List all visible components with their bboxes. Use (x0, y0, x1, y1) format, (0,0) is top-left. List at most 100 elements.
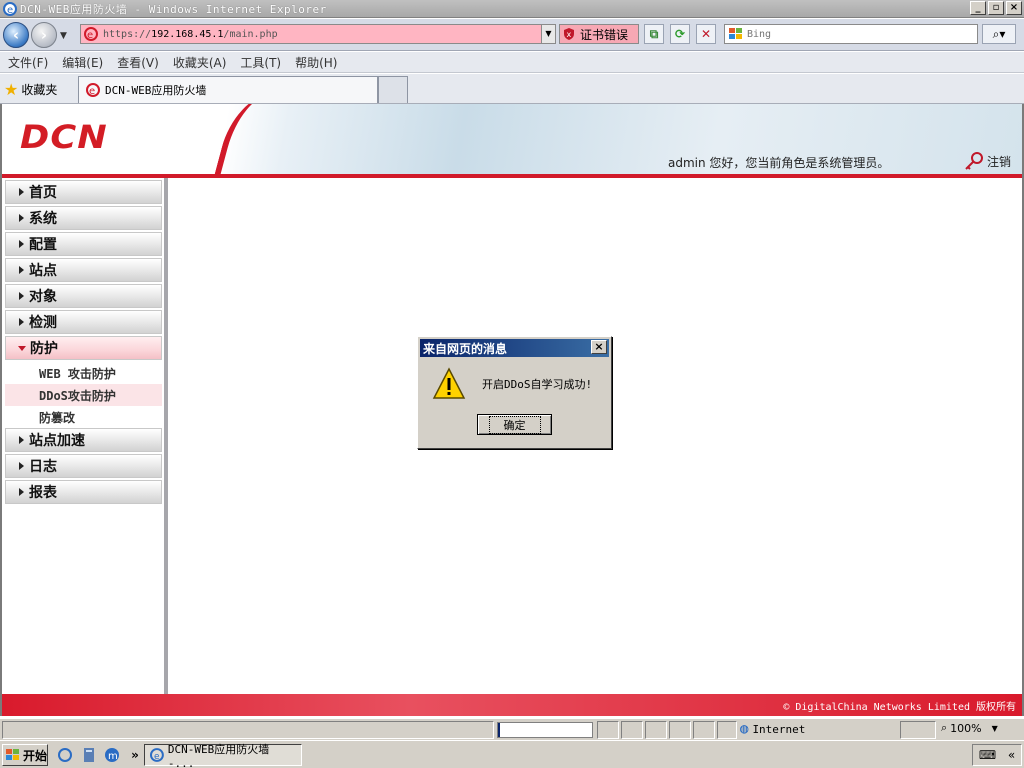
nav-label: 防护 (30, 341, 58, 357)
footer-bar: © DigitalChina Networks Limited 版权所有 (2, 694, 1022, 716)
nav-home[interactable]: 首页 (5, 180, 162, 204)
nav-site-acceleration[interactable]: 站点加速 (5, 428, 162, 452)
address-dropdown-icon[interactable]: ▼ (541, 25, 555, 43)
start-button[interactable]: 开始 (2, 744, 48, 766)
nav-config[interactable]: 配置 (5, 232, 162, 256)
ie-icon: e (149, 748, 164, 762)
search-button[interactable]: ⌕ ▾ (982, 24, 1016, 44)
nav-label: 首页 (29, 185, 57, 201)
system-tray: ⌨ « (972, 744, 1022, 766)
refresh-icon[interactable]: ⟳ (670, 24, 690, 44)
server-manager-icon[interactable] (80, 746, 98, 764)
svg-text:e: e (89, 86, 95, 97)
banner-decoration (211, 104, 297, 174)
alert-dialog: 来自网页的消息 × 开启DDoS自学习成功! 确定 (417, 336, 612, 449)
svg-text:m: m (108, 751, 118, 762)
nav-site[interactable]: 站点 (5, 258, 162, 282)
username: admin (668, 156, 706, 170)
progress-bar (497, 722, 593, 738)
certificate-error-button[interactable]: x 证书错误 (559, 24, 639, 44)
tab-label: DCN-WEB应用防火墙 (105, 84, 207, 97)
url-host: 192.168.45.1 (151, 28, 224, 40)
search-box[interactable] (724, 24, 978, 44)
nav-label: 报表 (29, 485, 57, 501)
nav-object[interactable]: 对象 (5, 284, 162, 308)
progress-fill (498, 723, 500, 737)
powershell-icon[interactable]: m (103, 746, 121, 764)
nav-protection[interactable]: 防护 (5, 336, 162, 360)
warning-icon (432, 367, 466, 399)
show-desktop-icon[interactable]: « (1008, 748, 1015, 762)
history-dropdown-icon[interactable]: ▼ (60, 31, 67, 41)
taskbar: 开始 m » e DCN-WEB应用防火墙 -... ⌨ « (0, 740, 1024, 768)
new-tab-button[interactable] (378, 76, 408, 103)
menu-tools[interactable]: 工具(T) (240, 54, 281, 71)
window-titlebar: e DCN-WEB应用防火墙 - Windows Internet Explor… (0, 0, 1024, 18)
favorites-bar: ★ 收藏夹 e DCN-WEB应用防火墙 (0, 74, 1024, 104)
star-icon: ★ (4, 80, 19, 99)
collapsed-arrow-icon (19, 462, 24, 470)
start-label: 开始 (23, 748, 48, 763)
search-icon: ⌕ (992, 26, 1000, 41)
back-button[interactable]: ‹ (3, 22, 29, 48)
browser-tab[interactable]: e DCN-WEB应用防火墙 (78, 76, 378, 103)
svg-text:e: e (154, 752, 159, 762)
status-cell (621, 721, 643, 739)
nav-detection[interactable]: 检测 (5, 310, 162, 334)
keyboard-icon[interactable]: ⌨ (979, 748, 996, 762)
status-cell (597, 721, 619, 739)
subnav-web-attack[interactable]: WEB 攻击防护 (5, 362, 162, 384)
subnav-anti-tamper[interactable]: 防篡改 (5, 406, 162, 428)
menu-help[interactable]: 帮助(H) (295, 54, 337, 71)
collapsed-arrow-icon (19, 214, 24, 222)
ie-quicklaunch-icon[interactable] (56, 746, 74, 764)
nav-label: 站点加速 (29, 433, 85, 449)
stop-icon[interactable]: ✕ (696, 24, 716, 44)
user-greeting: admin 您好，您当前角色是系统管理员。 (668, 154, 889, 171)
status-bar: ◍ Internet ⌕ 100% ▼ (0, 718, 1024, 740)
menu-favorites[interactable]: 收藏夹(A) (173, 54, 227, 71)
svg-text:e: e (7, 5, 13, 16)
nav-label: 配置 (29, 237, 57, 253)
status-cell (693, 721, 715, 739)
expanded-arrow-icon (18, 345, 26, 351)
search-input[interactable] (747, 28, 967, 40)
bing-icon (729, 28, 742, 39)
quicklaunch-more-icon[interactable]: » (126, 746, 144, 764)
nav-report[interactable]: 报表 (5, 480, 162, 504)
taskbar-ie-window[interactable]: e DCN-WEB应用防火墙 -... (144, 743, 302, 768)
security-error-icon[interactable] (717, 721, 737, 739)
logout-label: 注销 (987, 154, 1012, 169)
zone-label: Internet (752, 722, 806, 736)
favorites-label: 收藏夹 (21, 83, 58, 97)
restore-button[interactable]: ▫ (988, 1, 1004, 15)
address-bar[interactable]: e https://192.168.45.1/main.php ▼ (80, 24, 556, 44)
favorites-button[interactable]: ★ 收藏夹 (4, 80, 57, 99)
copyright-text: © DigitalChina Networks Limited 版权所有 (783, 701, 1016, 713)
nav-log[interactable]: 日志 (5, 454, 162, 478)
window-title: DCN-WEB应用防火墙 - Windows Internet Explorer (20, 2, 327, 16)
forward-button[interactable]: › (31, 22, 57, 48)
menu-view[interactable]: 查看(V) (117, 54, 159, 71)
menu-edit[interactable]: 编辑(E) (62, 54, 103, 71)
ok-button[interactable]: 确定 (477, 414, 552, 435)
cert-error-label: 证书错误 (580, 27, 629, 42)
status-cell (669, 721, 691, 739)
compatibility-view-icon[interactable]: ⧉ (644, 24, 664, 44)
minimize-button[interactable]: _ (970, 1, 986, 15)
subnav-ddos-attack[interactable]: DDoS攻击防护 (5, 384, 162, 406)
page-icon: e (84, 27, 98, 41)
menu-file[interactable]: 文件(F) (8, 54, 48, 71)
nav-system[interactable]: 系统 (5, 206, 162, 230)
url-path: /main.php (223, 28, 278, 40)
menu-bar: 文件(F) 编辑(E) 查看(V) 收藏夹(A) 工具(T) 帮助(H) (0, 52, 1024, 73)
svg-text:x: x (567, 30, 572, 39)
dialog-close-button[interactable]: × (591, 340, 607, 354)
zone-indicator[interactable]: ◍ Internet (740, 721, 805, 737)
protected-mode-icon[interactable] (900, 721, 936, 739)
logout-link[interactable]: 注销 (964, 152, 1011, 170)
zoom-control[interactable]: ⌕ 100% ▼ (941, 721, 998, 735)
shield-error-icon: x (564, 28, 574, 40)
close-window-button[interactable]: × (1006, 1, 1022, 15)
zoom-icon: ⌕ (941, 721, 948, 734)
